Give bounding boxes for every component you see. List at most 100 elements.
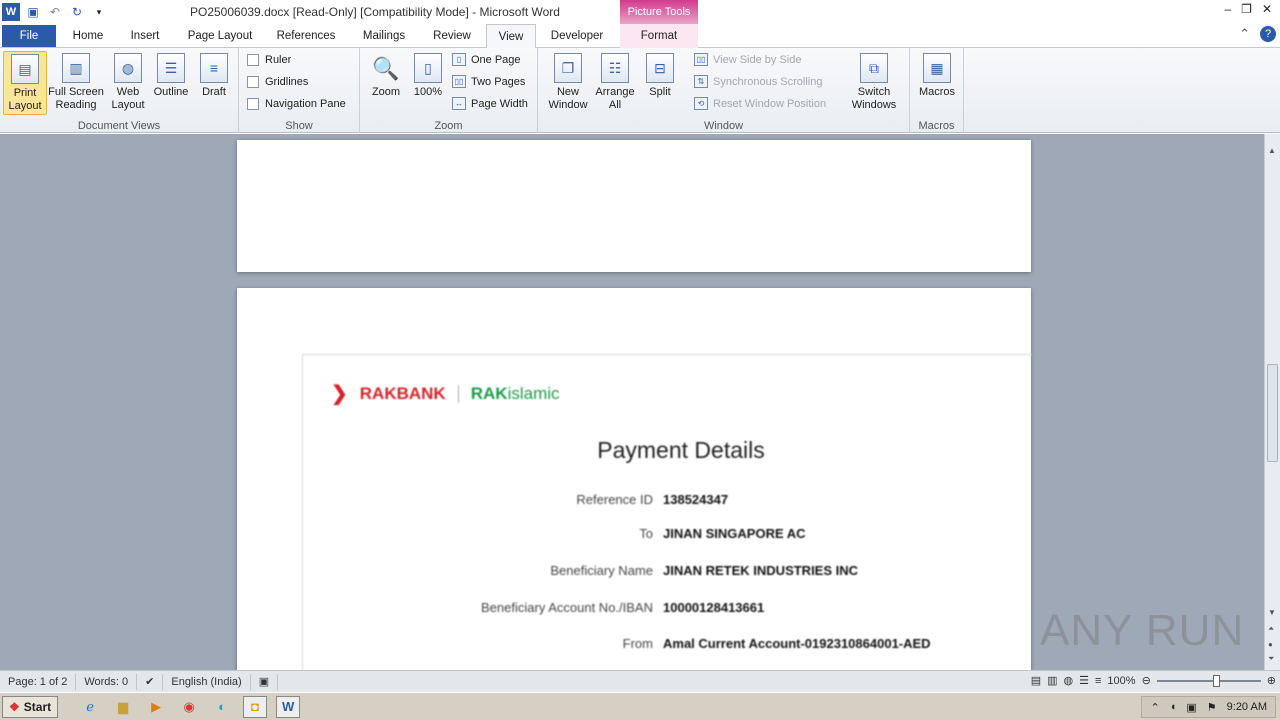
anyrun-watermark: ANY RUN: [1040, 606, 1245, 655]
save-icon[interactable]: ▣: [24, 3, 42, 21]
flag-icon[interactable]: ⚑: [1207, 701, 1217, 714]
print-layout-icon: ▤: [11, 54, 39, 84]
print-layout-button[interactable]: ▤ Print Layout: [3, 51, 47, 115]
payment-details-image[interactable]: ❯ RAKBANK RAKislamic Payment Details Ref…: [302, 354, 1032, 670]
full-screen-reading-label: Full Screen Reading: [48, 86, 104, 111]
zoom-button[interactable]: 🔍 Zoom: [364, 51, 408, 115]
window-controls: – ❐ ✕: [1224, 2, 1272, 16]
taskbar: ❖ Start ℯ ▆ ▶ ◉ ◐ ◘ W ⌃ ◖ ▣ ⚑ 9:20 AM: [0, 692, 1280, 720]
word-app-icon[interactable]: W: [2, 3, 20, 21]
ie-icon[interactable]: ℯ: [78, 696, 102, 718]
macros-button[interactable]: ▦ Macros: [915, 51, 959, 115]
zoom-level[interactable]: 100%: [1107, 675, 1135, 687]
close-button[interactable]: ✕: [1262, 2, 1272, 16]
group-label: Document Views: [77, 120, 161, 132]
detail-label: Reference ID: [576, 492, 653, 507]
redo-icon[interactable]: ↻: [68, 3, 86, 21]
scroll-up-icon[interactable]: ▲: [1268, 146, 1276, 155]
web-layout-button[interactable]: ◍ Web Layout: [106, 51, 150, 115]
two-pages-button[interactable]: ▯▯ Two Pages: [452, 75, 525, 88]
view-side-by-side-label: View Side by Side: [713, 53, 802, 66]
view-outline-icon[interactable]: ☰: [1079, 674, 1089, 687]
reset-window-position-button[interactable]: ⟲ Reset Window Position: [694, 97, 826, 110]
reset-window-position-label: Reset Window Position: [713, 97, 827, 110]
proofing-icon[interactable]: ✔: [137, 673, 164, 690]
detail-value: JINAN SINGAPORE AC: [663, 526, 806, 541]
tab-developer[interactable]: Developer: [542, 24, 612, 48]
minimize-ribbon-icon[interactable]: ⌃: [1239, 26, 1250, 42]
minimize-button[interactable]: –: [1224, 2, 1231, 16]
draft-button[interactable]: ≡ Draft: [192, 51, 236, 115]
reset-position-icon: ⟲: [694, 97, 708, 110]
tab-home[interactable]: Home: [62, 24, 114, 48]
tab-view[interactable]: View: [486, 24, 536, 49]
draft-label: Draft: [202, 86, 226, 98]
gridlines-label: Gridlines: [265, 76, 309, 88]
scroll-thumb[interactable]: [1267, 364, 1278, 462]
tab-format[interactable]: Format: [620, 24, 698, 48]
zoom-slider-knob[interactable]: [1212, 674, 1220, 687]
tab-references[interactable]: References: [270, 24, 342, 48]
word-task-icon[interactable]: W: [276, 695, 301, 718]
tray-expand-icon[interactable]: ⌃: [1150, 701, 1159, 714]
side-by-side-icon: ▯▯: [694, 53, 708, 66]
split-label: Split: [649, 86, 671, 98]
language[interactable]: English (India): [163, 673, 251, 690]
tab-review[interactable]: Review: [424, 24, 480, 48]
new-window-button[interactable]: ❐ New Window: [544, 51, 592, 115]
draft-icon: ≡: [200, 53, 228, 83]
edge-icon[interactable]: ◐: [210, 696, 234, 718]
macro-record-icon[interactable]: ▣: [251, 673, 279, 690]
start-button[interactable]: ❖ Start: [2, 695, 59, 718]
page-width-button[interactable]: ↔ Page Width: [452, 97, 528, 110]
page-width-label: Page Width: [471, 97, 528, 110]
customize-qat-icon[interactable]: ▾: [90, 3, 108, 21]
browse-object-icon[interactable]: ●: [1268, 640, 1273, 649]
switch-windows-button[interactable]: ⧉ Switch Windows: [844, 51, 904, 115]
zoom-out-icon[interactable]: ⊖: [1142, 674, 1151, 687]
media-player-icon[interactable]: ▶: [144, 696, 168, 718]
tab-page-layout[interactable]: Page Layout: [180, 24, 260, 48]
document-area[interactable]: ❯ RAKBANK RAKislamic Payment Details Ref…: [0, 134, 1264, 670]
restore-button[interactable]: ❐: [1241, 2, 1252, 16]
split-button[interactable]: ⊟ Split: [638, 51, 682, 115]
zoom-slider[interactable]: [1156, 674, 1261, 687]
navigation-pane-label: Navigation Pane: [265, 98, 346, 110]
zoom-100-button[interactable]: ▯ 100%: [406, 51, 450, 115]
clock[interactable]: 9:20 AM: [1227, 701, 1267, 713]
previous-page-icon[interactable]: ⏶: [1268, 624, 1274, 634]
synchronous-scrolling-button[interactable]: ⇅ Synchronous Scrolling: [694, 75, 822, 88]
outline-label: Outline: [153, 86, 189, 98]
volume-icon[interactable]: ◖: [1170, 701, 1177, 713]
view-draft-icon[interactable]: ≡: [1095, 675, 1101, 687]
view-web-icon[interactable]: ◍: [1064, 674, 1074, 687]
network-icon[interactable]: ▣: [1186, 701, 1196, 714]
word-count[interactable]: Words: 0: [76, 673, 138, 690]
arrange-all-button[interactable]: ☷ Arrange All: [592, 51, 638, 115]
gridlines-checkbox[interactable]: Gridlines: [247, 76, 308, 88]
view-full-screen-icon[interactable]: ▥: [1047, 674, 1057, 687]
next-page-icon[interactable]: ⏷: [1268, 654, 1274, 664]
navigation-pane-checkbox[interactable]: Navigation Pane: [247, 98, 346, 110]
tab-mailings[interactable]: Mailings: [352, 24, 416, 48]
tab-file[interactable]: File: [2, 25, 56, 47]
view-print-layout-icon[interactable]: ▤: [1031, 674, 1041, 687]
web-layout-label: Web Layout: [111, 86, 145, 111]
two-pages-label: Two Pages: [471, 75, 526, 88]
explorer-icon[interactable]: ▆: [111, 696, 135, 718]
one-page-button[interactable]: ▯ One Page: [452, 53, 521, 66]
scroll-down-icon[interactable]: ▼: [1268, 608, 1276, 617]
vertical-scrollbar[interactable]: ▲ ▼ ⏶ ● ⏷: [1264, 134, 1280, 670]
zoom-in-icon[interactable]: ⊕: [1267, 674, 1276, 687]
outlook-task-icon[interactable]: ◘: [243, 695, 268, 718]
view-side-by-side-button[interactable]: ▯▯ View Side by Side: [694, 53, 801, 66]
tab-insert[interactable]: Insert: [120, 24, 170, 48]
undo-icon[interactable]: ↶: [46, 3, 64, 21]
chrome-icon[interactable]: ◉: [177, 696, 201, 718]
ruler-checkbox[interactable]: Ruler: [247, 54, 291, 66]
page-count[interactable]: Page: 1 of 2: [0, 673, 77, 690]
window-title: PO25006039.docx [Read-Only] [Compatibili…: [190, 5, 560, 19]
full-screen-reading-button[interactable]: ▥ Full Screen Reading: [48, 51, 104, 115]
outline-button[interactable]: ☰ Outline: [149, 51, 193, 115]
help-icon[interactable]: ?: [1260, 26, 1276, 42]
